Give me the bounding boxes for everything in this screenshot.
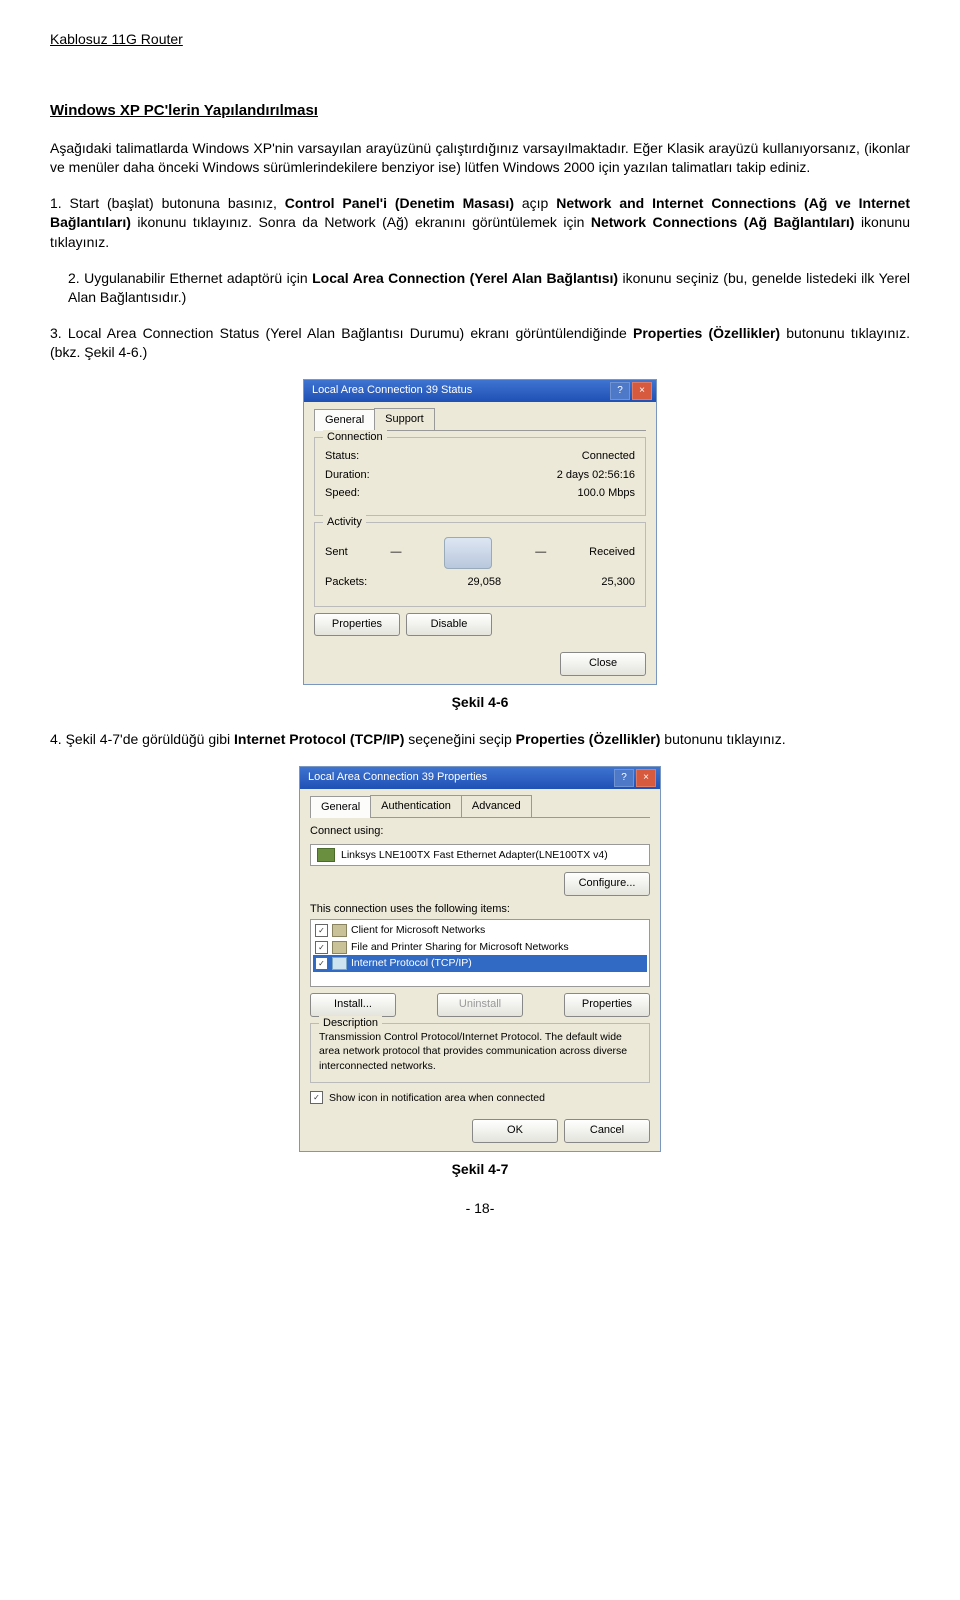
uninstall-button: Uninstall [437,993,523,1016]
protocol-icon [332,957,347,970]
properties-button[interactable]: Properties [314,613,400,636]
step1-text: 1. Start (başlat) butonuna basınız, [50,195,285,211]
item2-label: File and Printer Sharing for Microsoft N… [351,940,569,955]
properties-dialog: Local Area Connection 39 Properties ? × … [299,766,661,1152]
step3-text: 3. Local Area Connection Status (Yerel A… [50,325,633,341]
close-button[interactable]: Close [560,652,646,675]
tab-strip: General Support [314,408,646,431]
status-key: Status: [325,449,359,464]
step-4: 4. Şekil 4-7'de görüldüğü gibi Internet … [50,730,910,750]
components-list[interactable]: ✓ Client for Microsoft Networks ✓ File a… [310,919,650,987]
description-group: Description Transmission Control Protoco… [310,1023,650,1083]
step2-text: 2. Uygulanabilir Ethernet adaptörü için [68,270,312,286]
step4-text3: butonunu tıklayınız. [660,731,785,747]
help-icon[interactable]: ? [614,769,634,787]
tab-general-2[interactable]: General [310,796,371,818]
step-3: 3. Local Area Connection Status (Yerel A… [50,324,910,363]
sent-label: Sent [325,545,348,560]
tab-advanced[interactable]: Advanced [461,795,532,817]
nic-field: Linksys LNE100TX Fast Ethernet Adapter(L… [310,844,650,867]
packets-recv: 25,300 [601,575,635,590]
tab-strip-2: General Authentication Advanced [310,795,650,818]
help-icon[interactable]: ? [610,382,630,400]
connection-group: Connection Status:Connected Duration:2 d… [314,437,646,515]
connect-using-label: Connect using: [310,824,650,839]
checkbox-icon[interactable]: ✓ [315,924,328,937]
status-dialog: Local Area Connection 39 Status ? × Gene… [303,379,657,685]
intro-paragraph: Aşağıdaki talimatlarda Windows XP'nin va… [50,139,910,178]
dialog2-titlebar[interactable]: Local Area Connection 39 Properties ? × [300,767,660,789]
packets-sent: 29,058 [467,575,501,590]
step-1: 1. Start (başlat) butonuna basınız, Cont… [50,194,910,253]
checkbox-icon[interactable]: ✓ [315,941,328,954]
nic-icon [317,848,335,862]
properties-button-2[interactable]: Properties [564,993,650,1016]
speed-value: 100.0 Mbps [578,486,635,501]
page-number: - 18- [50,1199,910,1219]
step1-text2: açıp [514,195,556,211]
step-2: 2. Uygulanabilir Ethernet adaptörü için … [50,269,910,308]
activity-group: Activity Sent — — Received Packets: 29,0… [314,522,646,607]
install-button[interactable]: Install... [310,993,396,1016]
item1-label: Client for Microsoft Networks [351,923,485,938]
show-icon-label: Show icon in notification area when conn… [329,1091,545,1106]
tab-general[interactable]: General [314,409,375,431]
step2-bold: Local Area Connection (Yerel Alan Bağlan… [312,270,618,286]
dialog2-title: Local Area Connection 39 Properties [304,770,612,785]
show-icon-checkbox[interactable]: ✓ [310,1091,323,1104]
description-text: Transmission Control Protocol/Internet P… [319,1030,641,1074]
ok-button[interactable]: OK [472,1119,558,1142]
section-title: Windows XP PC'lerin Yapılandırılması [50,100,910,121]
tab-authentication[interactable]: Authentication [370,795,462,817]
packets-key: Packets: [325,575,367,590]
step1-bold3: Network Connections (Ağ Bağlantıları) [591,214,855,230]
activity-label: Activity [323,515,366,530]
duration-key: Duration: [325,468,370,483]
nic-name: Linksys LNE100TX Fast Ethernet Adapter(L… [341,848,608,863]
checkbox-icon[interactable]: ✓ [315,957,328,970]
step4-text2: seçeneğini seçip [404,731,515,747]
step4-bold2: Properties (Özellikler) [516,731,661,747]
page-header: Kablosuz 11G Router [50,30,910,50]
description-label: Description [319,1016,382,1031]
service-icon [332,941,347,954]
item3-label: Internet Protocol (TCP/IP) [351,956,472,971]
close-icon[interactable]: × [632,382,652,400]
cancel-button[interactable]: Cancel [564,1119,650,1142]
configure-button[interactable]: Configure... [564,872,650,895]
step3-bold: Properties (Özellikler) [633,325,780,341]
figure-caption-1: Şekil 4-6 [50,693,910,713]
activity-icon [444,537,492,569]
speed-key: Speed: [325,486,360,501]
duration-value: 2 days 02:56:16 [557,468,635,483]
dialog-title: Local Area Connection 39 Status [308,383,608,398]
items-label: This connection uses the following items… [310,902,650,917]
connection-label: Connection [323,430,387,445]
disable-button[interactable]: Disable [406,613,492,636]
status-value: Connected [582,449,635,464]
step4-bold1: Internet Protocol (TCP/IP) [234,731,404,747]
received-label: Received [589,545,635,560]
tab-support[interactable]: Support [374,408,435,430]
step1-bold1: Control Panel'i (Denetim Masası) [285,195,514,211]
list-item-selected[interactable]: ✓ Internet Protocol (TCP/IP) [313,955,647,972]
step4-text: 4. Şekil 4-7'de görüldüğü gibi [50,731,234,747]
step1-text3: ikonunu tıklayınız. Sonra da Network (Ağ… [131,214,591,230]
list-item[interactable]: ✓ File and Printer Sharing for Microsoft… [313,939,647,956]
list-item[interactable]: ✓ Client for Microsoft Networks [313,922,647,939]
client-icon [332,924,347,937]
dialog-titlebar[interactable]: Local Area Connection 39 Status ? × [304,380,656,402]
figure-caption-2: Şekil 4-7 [50,1160,910,1180]
close-icon[interactable]: × [636,769,656,787]
